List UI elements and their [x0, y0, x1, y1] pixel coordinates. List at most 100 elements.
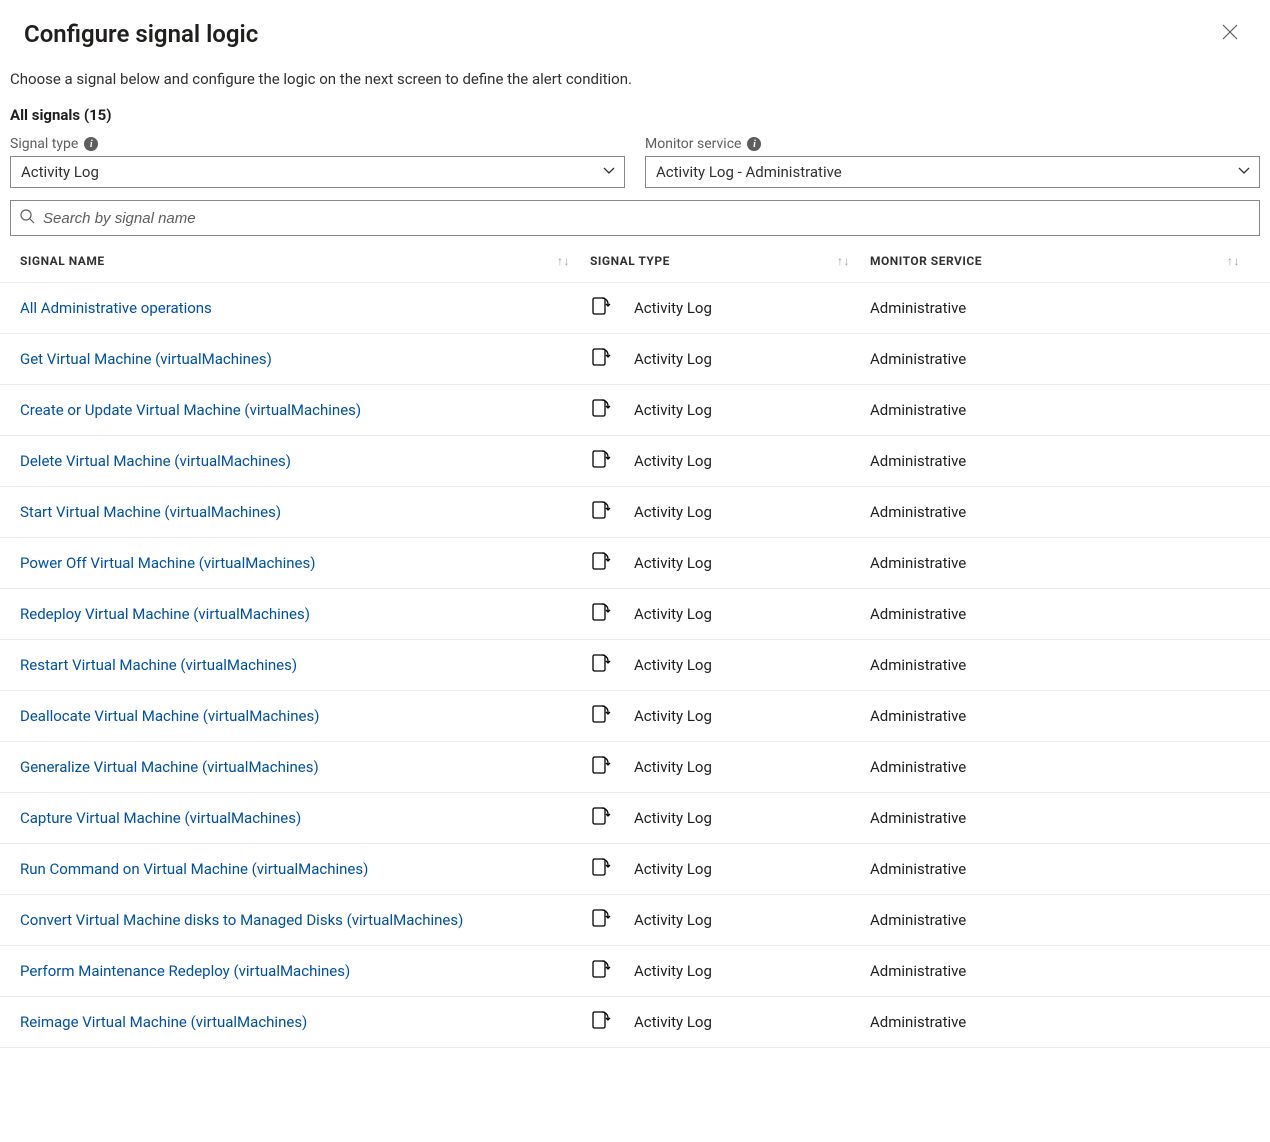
signal-type-text: Activity Log — [634, 401, 712, 419]
activity-log-icon — [590, 499, 612, 525]
monitor-service-value: Activity Log - Administrative — [656, 163, 842, 181]
signal-type-text: Activity Log — [634, 503, 712, 521]
column-header-monitor-text: Monitor service — [870, 254, 982, 268]
cell-signal-name: Perform Maintenance Redeploy (virtualMac… — [20, 962, 590, 980]
column-header-type-text: Signal type — [590, 254, 670, 268]
signal-link[interactable]: Create or Update Virtual Machine (virtua… — [20, 401, 361, 419]
signal-link[interactable]: All Administrative operations — [20, 299, 212, 317]
cell-signal-name: Start Virtual Machine (virtualMachines) — [20, 503, 590, 521]
cell-signal-name: Create or Update Virtual Machine (virtua… — [20, 401, 590, 419]
activity-log-icon — [590, 550, 612, 576]
signal-type-text: Activity Log — [634, 656, 712, 674]
signal-link[interactable]: Reimage Virtual Machine (virtualMachines… — [20, 1013, 307, 1031]
signal-link[interactable]: Power Off Virtual Machine (virtualMachin… — [20, 554, 315, 572]
cell-signal-type: Activity Log — [590, 550, 870, 576]
signal-link[interactable]: Redeploy Virtual Machine (virtualMachine… — [20, 605, 310, 623]
signal-type-select[interactable]: Activity Log — [10, 156, 625, 188]
signal-link[interactable]: Start Virtual Machine (virtualMachines) — [20, 503, 281, 521]
table-header: Signal name ↑↓ Signal type ↑↓ Monitor se… — [0, 240, 1270, 283]
activity-log-icon — [590, 856, 612, 882]
table-row: Power Off Virtual Machine (virtualMachin… — [0, 538, 1270, 589]
signal-type-text: Activity Log — [634, 605, 712, 623]
cell-signal-type: Activity Log — [590, 856, 870, 882]
cell-signal-type: Activity Log — [590, 1009, 870, 1035]
info-icon[interactable]: i — [747, 137, 761, 151]
signal-link[interactable]: Run Command on Virtual Machine (virtualM… — [20, 860, 368, 878]
search-icon — [19, 208, 35, 228]
signal-link[interactable]: Generalize Virtual Machine (virtualMachi… — [20, 758, 319, 776]
activity-log-icon — [590, 652, 612, 678]
table-row: Delete Virtual Machine (virtualMachines)… — [0, 436, 1270, 487]
sort-icon: ↑↓ — [1227, 254, 1240, 268]
cell-signal-type: Activity Log — [590, 601, 870, 627]
table-row: Start Virtual Machine (virtualMachines) A… — [0, 487, 1270, 538]
search-input[interactable] — [43, 210, 1251, 227]
column-header-name-text: Signal name — [20, 254, 105, 268]
close-button[interactable] — [1214, 20, 1246, 48]
monitor-service-label: Monitor service i — [645, 136, 1260, 152]
cell-signal-name: Reimage Virtual Machine (virtualMachines… — [20, 1013, 590, 1031]
configure-signal-panel: Configure signal logic Choose a signal b… — [0, 0, 1270, 1048]
cell-signal-name: All Administrative operations — [20, 299, 590, 317]
signal-link[interactable]: Perform Maintenance Redeploy (virtualMac… — [20, 962, 350, 980]
activity-log-icon — [590, 907, 612, 933]
cell-signal-type: Activity Log — [590, 448, 870, 474]
sort-icon: ↑↓ — [837, 254, 850, 268]
signal-type-text: Activity Log — [634, 1013, 712, 1031]
table-row: All Administrative operations Activity Lo… — [0, 283, 1270, 334]
cell-signal-type: Activity Log — [590, 397, 870, 423]
signal-type-text: Activity Log — [634, 707, 712, 725]
table-row: Convert Virtual Machine disks to Managed… — [0, 895, 1270, 946]
cell-signal-name: Get Virtual Machine (virtualMachines) — [20, 350, 590, 368]
table-row: Generalize Virtual Machine (virtualMachi… — [0, 742, 1270, 793]
signal-link[interactable]: Restart Virtual Machine (virtualMachines… — [20, 656, 297, 674]
cell-monitor-service: Administrative — [870, 605, 1260, 623]
cell-monitor-service: Administrative — [870, 707, 1260, 725]
cell-signal-name: Delete Virtual Machine (virtualMachines) — [20, 452, 590, 470]
cell-signal-name: Power Off Virtual Machine (virtualMachin… — [20, 554, 590, 572]
cell-monitor-service: Administrative — [870, 860, 1260, 878]
monitor-service-label-text: Monitor service — [645, 136, 741, 152]
signal-type-text: Activity Log — [634, 809, 712, 827]
signal-link[interactable]: Get Virtual Machine (virtualMachines) — [20, 350, 272, 368]
cell-signal-type: Activity Log — [590, 499, 870, 525]
column-header-name[interactable]: Signal name ↑↓ — [20, 254, 590, 268]
search-box[interactable] — [10, 200, 1260, 236]
cell-monitor-service: Administrative — [870, 299, 1260, 317]
cell-signal-name: Capture Virtual Machine (virtualMachines… — [20, 809, 590, 827]
cell-monitor-service: Administrative — [870, 809, 1260, 827]
signal-type-text: Activity Log — [634, 350, 712, 368]
signal-type-text: Activity Log — [634, 554, 712, 572]
table-row: Perform Maintenance Redeploy (virtualMac… — [0, 946, 1270, 997]
info-icon[interactable]: i — [84, 137, 98, 151]
monitor-service-select[interactable]: Activity Log - Administrative — [645, 156, 1260, 188]
signal-link[interactable]: Delete Virtual Machine (virtualMachines) — [20, 452, 291, 470]
signal-type-text: Activity Log — [634, 299, 712, 317]
cell-signal-type: Activity Log — [590, 907, 870, 933]
activity-log-icon — [590, 805, 612, 831]
table-row: Get Virtual Machine (virtualMachines) Act… — [0, 334, 1270, 385]
table-row: Deallocate Virtual Machine (virtualMachi… — [0, 691, 1270, 742]
activity-log-icon — [590, 346, 612, 372]
table-row: Run Command on Virtual Machine (virtualM… — [0, 844, 1270, 895]
cell-monitor-service: Administrative — [870, 656, 1260, 674]
panel-title: Configure signal logic — [24, 20, 258, 48]
column-header-type[interactable]: Signal type ↑↓ — [590, 254, 870, 268]
signal-link[interactable]: Convert Virtual Machine disks to Managed… — [20, 911, 463, 929]
cell-signal-type: Activity Log — [590, 703, 870, 729]
signals-count: All signals (15) — [0, 98, 1270, 136]
signal-link[interactable]: Deallocate Virtual Machine (virtualMachi… — [20, 707, 319, 725]
signal-link[interactable]: Capture Virtual Machine (virtualMachines… — [20, 809, 301, 827]
cell-signal-type: Activity Log — [590, 805, 870, 831]
column-header-monitor[interactable]: Monitor service ↑↓ — [870, 254, 1260, 268]
filter-row: Signal type i Activity Log Monitor servi… — [0, 136, 1270, 200]
cell-signal-name: Deallocate Virtual Machine (virtualMachi… — [20, 707, 590, 725]
signal-type-label: Signal type i — [10, 136, 625, 152]
cell-signal-name: Redeploy Virtual Machine (virtualMachine… — [20, 605, 590, 623]
cell-signal-name: Run Command on Virtual Machine (virtualM… — [20, 860, 590, 878]
monitor-service-filter: Monitor service i Activity Log - Adminis… — [645, 136, 1260, 188]
signal-type-value: Activity Log — [21, 163, 99, 181]
signal-type-text: Activity Log — [634, 860, 712, 878]
cell-signal-name: Restart Virtual Machine (virtualMachines… — [20, 656, 590, 674]
table-body: All Administrative operations Activity Lo… — [0, 283, 1270, 1048]
